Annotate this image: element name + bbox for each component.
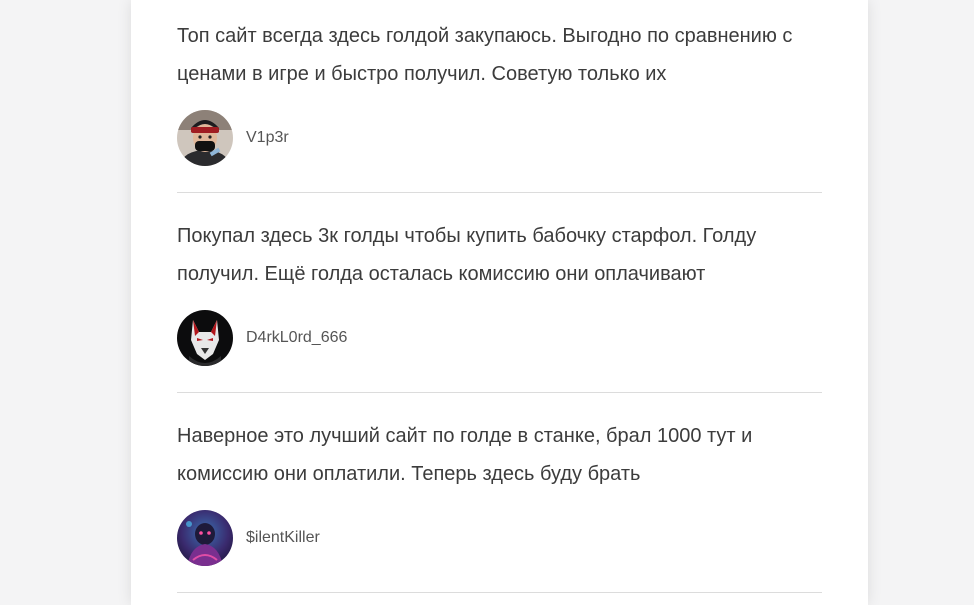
review-divider (177, 592, 822, 593)
review-text: Топ сайт всегда здесь голдой закупаюсь. … (177, 25, 793, 85)
review-item: Топ сайт всегда здесь голдой закупаюсь. … (177, 0, 822, 200)
review-text: Покупал здесь 3к голды чтобы купить бабо… (177, 225, 757, 285)
review-author: D4rkL0rd_666 (177, 310, 347, 366)
author-name: $ilentKiller (246, 529, 320, 546)
review-item: Покупал здесь 3к голды чтобы купить бабо… (177, 200, 822, 400)
review-author: $ilentKiller (177, 510, 320, 566)
author-name: V1p3r (246, 129, 289, 146)
avatar-masked-man-icon (177, 110, 233, 166)
review-text: Наверное это лучший сайт по голде в стан… (177, 425, 753, 485)
review-author: V1p3r (177, 110, 289, 166)
review-divider (177, 392, 822, 393)
reviews-card: Топ сайт всегда здесь голдой закупаюсь. … (131, 0, 868, 605)
avatar-neon-character-icon (177, 510, 233, 566)
review-divider (177, 192, 822, 193)
author-name: D4rkL0rd_666 (246, 329, 348, 346)
review-item: Наверное это лучший сайт по голде в стан… (177, 400, 822, 600)
avatar-wolf-icon (177, 310, 233, 366)
